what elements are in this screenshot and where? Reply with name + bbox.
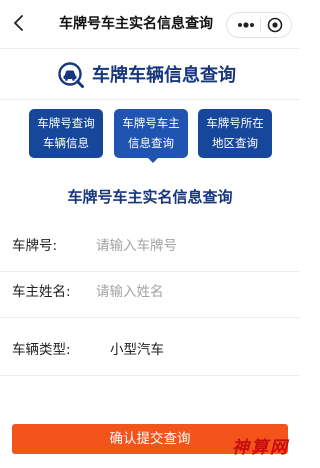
quick-link-label: 地区查询 [212, 136, 258, 150]
row-divider [0, 375, 300, 376]
more-dots-icon[interactable] [235, 17, 257, 33]
chevron-left-icon[interactable] [8, 12, 30, 34]
plate-label: 车牌号: [12, 238, 58, 254]
banner-divider [0, 99, 300, 100]
vehicle-type-row[interactable]: 车辆类型: 小型汽车 [0, 325, 300, 375]
quick-link-label: 信息查询 [128, 136, 174, 150]
active-indicator [148, 158, 158, 163]
banner: 车牌车辆信息查询 [0, 52, 300, 98]
capsule-divider [260, 18, 261, 32]
page-title: 车牌号车主实名信息查询 [59, 16, 213, 32]
quick-link-label: 车辆信息 [43, 136, 89, 150]
header-divider [0, 48, 300, 49]
plate-number-input[interactable] [96, 233, 286, 259]
form-title: 车牌号车主实名信息查询 [67, 188, 233, 206]
navigation-bar: 车牌号车主实名信息查询 [0, 0, 300, 48]
owner-row: 车主姓名: [0, 267, 300, 317]
owner-name-label: 车主姓名: [12, 284, 71, 300]
site-watermark: 神算网 [232, 438, 289, 458]
banner-title: 车牌车辆信息查询 [92, 65, 236, 86]
car-search-icon [58, 62, 84, 88]
quick-link-owner-info[interactable]: 车牌号车主 信息查询 [114, 109, 188, 163]
quick-link-label: 车牌号车主 [122, 116, 180, 130]
record-circle-icon[interactable] [267, 17, 283, 33]
plate-row: 车牌号: [0, 221, 300, 271]
quick-link-label: 车牌号所在 [206, 116, 264, 130]
quick-link-label: 车牌号查询 [37, 116, 95, 130]
quick-link-vehicle-info[interactable]: 车牌号查询 车辆信息 [29, 109, 103, 158]
owner-name-input[interactable] [96, 279, 286, 305]
vehicle-type-select[interactable]: 小型汽车 [110, 340, 164, 360]
mini-program-capsule [226, 12, 292, 38]
quick-link-region-query[interactable]: 车牌号所在 地区查询 [198, 109, 272, 158]
row-divider [0, 317, 300, 318]
vehicle-type-label: 车辆类型: [12, 342, 71, 358]
